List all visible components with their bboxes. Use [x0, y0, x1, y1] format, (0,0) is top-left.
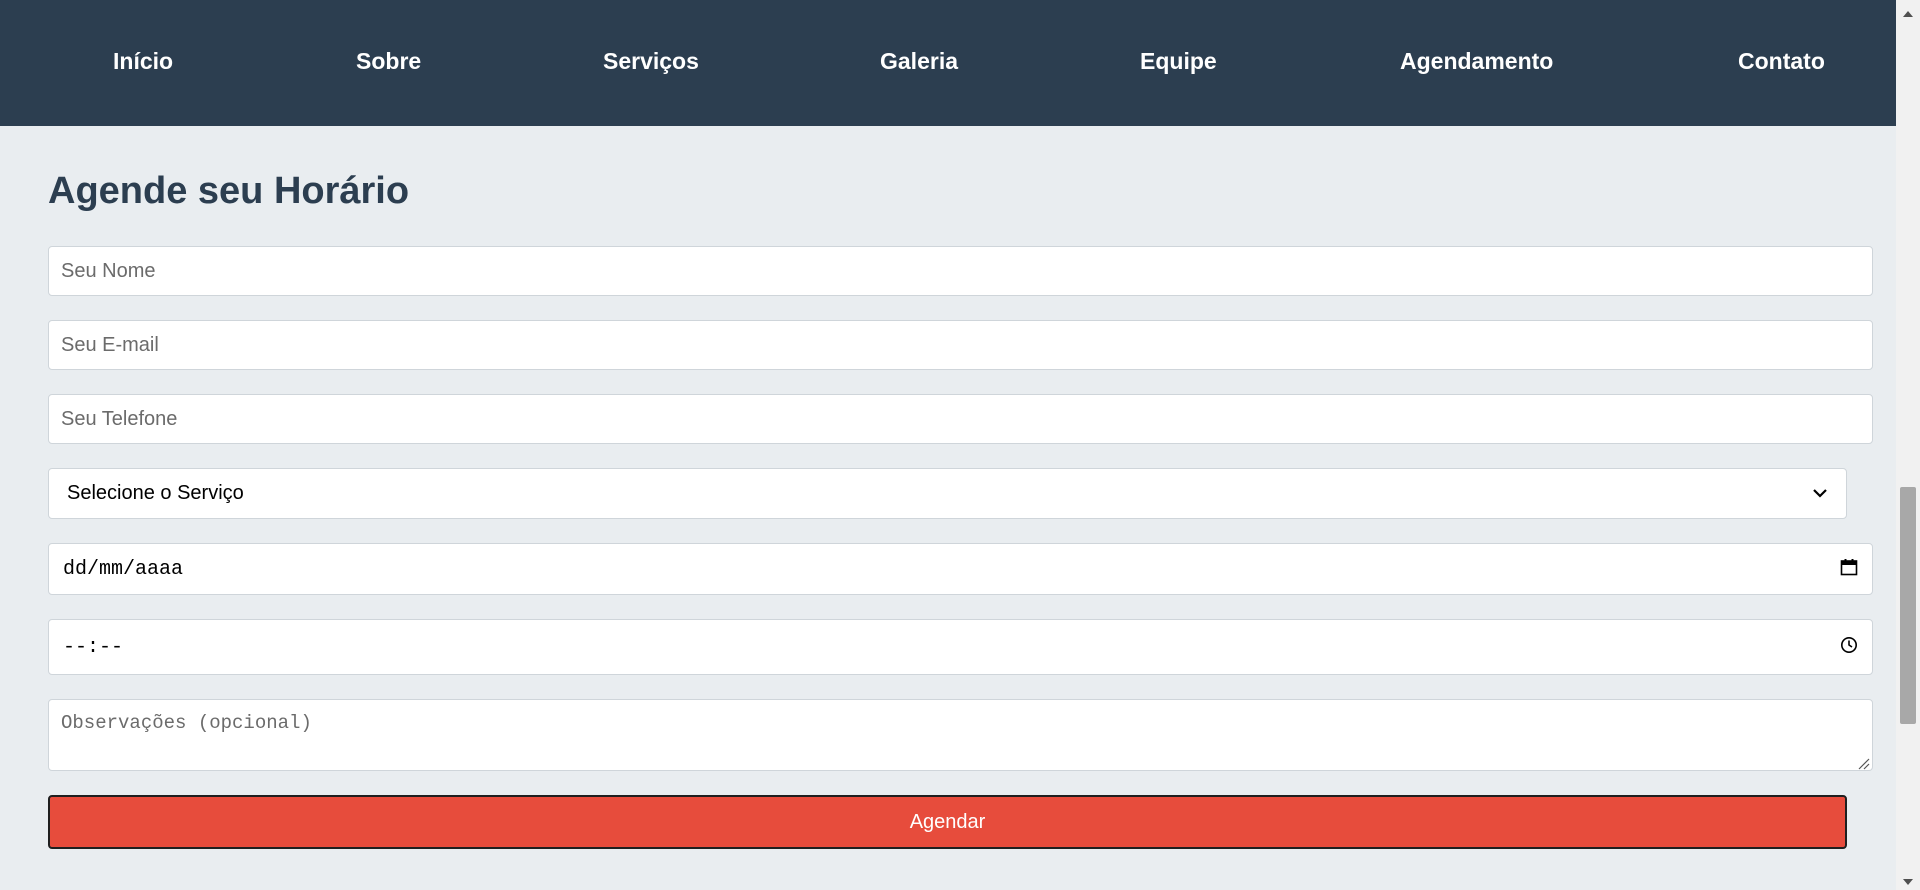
nav-item-agendamento[interactable]: Agendamento: [1400, 48, 1553, 75]
nav-item-servicos[interactable]: Serviços: [603, 48, 699, 75]
page-title: Agende seu Horário: [48, 170, 410, 212]
nav-item-inicio[interactable]: Início: [113, 48, 173, 75]
date-input-value: dd/mm/aaaa: [63, 557, 184, 581]
date-input[interactable]: dd/mm/aaaa: [48, 543, 1873, 595]
calendar-icon[interactable]: [1840, 558, 1858, 581]
time-input[interactable]: --:--: [48, 619, 1873, 675]
service-select[interactable]: Selecione o Serviço: [48, 468, 1847, 519]
page: Início Sobre Serviços Galeria Equipe Age…: [0, 0, 1896, 890]
top-navbar: Início Sobre Serviços Galeria Equipe Age…: [0, 0, 1896, 126]
scroll-down-arrow-icon[interactable]: [1902, 874, 1914, 885]
scroll-up-arrow-icon[interactable]: [1902, 6, 1914, 17]
nav-item-sobre[interactable]: Sobre: [356, 48, 421, 75]
service-select-value: Selecione o Serviço: [67, 482, 244, 504]
email-input[interactable]: [48, 320, 1873, 370]
vertical-scrollbar[interactable]: [1896, 0, 1920, 890]
submit-button[interactable]: Agendar: [48, 795, 1847, 849]
clock-icon[interactable]: [1840, 636, 1858, 659]
time-input-value: --:--: [63, 635, 124, 659]
nav-item-equipe[interactable]: Equipe: [1140, 48, 1217, 75]
resize-handle-icon[interactable]: [1856, 754, 1870, 770]
nav-item-contato[interactable]: Contato: [1738, 48, 1825, 75]
nav-item-galeria[interactable]: Galeria: [880, 48, 958, 75]
scrollbar-thumb[interactable]: [1900, 487, 1916, 724]
notes-placeholder: Observações (opcional): [61, 712, 312, 734]
name-input[interactable]: [48, 246, 1873, 296]
notes-textarea[interactable]: Observações (opcional): [48, 699, 1873, 771]
phone-input[interactable]: [48, 394, 1873, 444]
chevron-down-icon: [1812, 485, 1828, 503]
